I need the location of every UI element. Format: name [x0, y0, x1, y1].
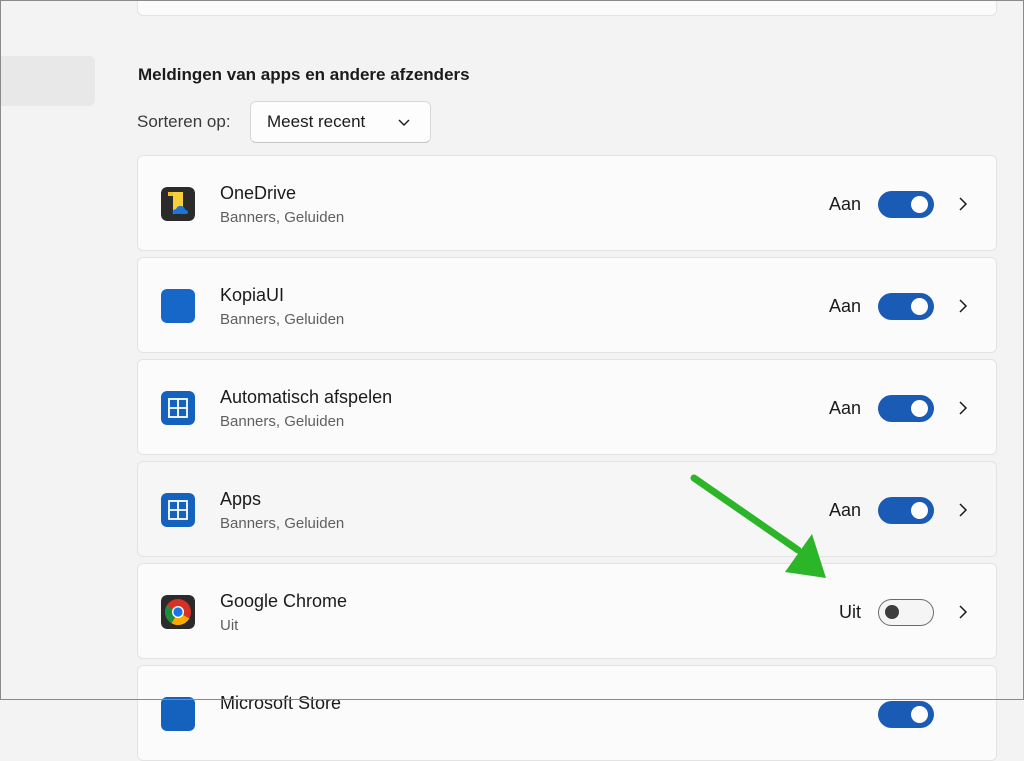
toggle-knob [911, 298, 928, 315]
sort-dropdown[interactable]: Meest recent [250, 101, 431, 143]
app-row-google-chrome[interactable]: Google Chrome Uit Uit [137, 563, 997, 659]
sort-label: Sorteren op: [137, 112, 231, 131]
toggle-state-label: Aan [828, 398, 861, 418]
chevron-down-icon [398, 119, 410, 126]
chevron-right-icon[interactable] [956, 196, 970, 212]
toggle-knob [911, 196, 928, 213]
notification-toggle[interactable] [878, 701, 934, 728]
chevron-right-icon[interactable] [956, 298, 970, 314]
app-subtitle: Uit [220, 617, 239, 634]
app-subtitle: Banners, Geluiden [220, 209, 345, 226]
app-row-kopiaui[interactable]: KopiaUI Banners, Geluiden Aan [137, 257, 997, 353]
sidebar-selected-item[interactable] [0, 56, 95, 106]
app-name: Automatisch afspelen [220, 387, 393, 407]
app-row-autoplay[interactable]: Automatisch afspelen Banners, Geluiden A… [137, 359, 997, 455]
autoplay-icon [161, 391, 195, 425]
toggle-state-label: Aan [828, 296, 861, 316]
app-subtitle: Banners, Geluiden [220, 515, 345, 532]
app-name: OneDrive [220, 183, 297, 203]
chevron-right-icon[interactable] [956, 502, 970, 518]
app-name: Microsoft Store [220, 693, 342, 713]
notification-toggle[interactable] [878, 191, 934, 218]
notification-toggle[interactable] [878, 395, 934, 422]
notification-toggle[interactable] [878, 599, 934, 626]
toggle-knob [911, 502, 928, 519]
notification-toggle[interactable] [878, 293, 934, 320]
chevron-right-icon[interactable] [956, 400, 970, 416]
chrome-icon [161, 595, 195, 629]
notification-toggle[interactable] [878, 497, 934, 524]
sort-dropdown-value: Meest recent [267, 112, 366, 131]
toggle-state-label: Aan [828, 194, 861, 214]
app-name: KopiaUI [220, 285, 285, 305]
toggle-knob [911, 706, 928, 723]
kopiaui-icon [161, 289, 195, 323]
app-row-microsoft-store[interactable]: Microsoft Store [137, 665, 997, 761]
app-name: Google Chrome [220, 591, 348, 611]
section-title: Meldingen van apps en andere afzenders [138, 65, 470, 84]
app-name: Apps [220, 489, 262, 509]
toggle-knob [911, 400, 928, 417]
app-row-apps[interactable]: Apps Banners, Geluiden Aan [137, 461, 997, 557]
previous-settings-card[interactable] [137, 0, 997, 16]
toggle-state-label: Uit [839, 602, 861, 622]
toggle-state-label: Aan [828, 500, 861, 520]
store-icon [161, 697, 195, 731]
app-subtitle: Banners, Geluiden [220, 311, 345, 328]
app-subtitle: Banners, Geluiden [220, 413, 345, 430]
chevron-right-icon[interactable] [956, 604, 970, 620]
toggle-knob [885, 605, 899, 619]
app-row-onedrive[interactable]: OneDrive Banners, Geluiden Aan [137, 155, 997, 251]
apps-icon [161, 493, 195, 527]
onedrive-icon [161, 187, 195, 221]
